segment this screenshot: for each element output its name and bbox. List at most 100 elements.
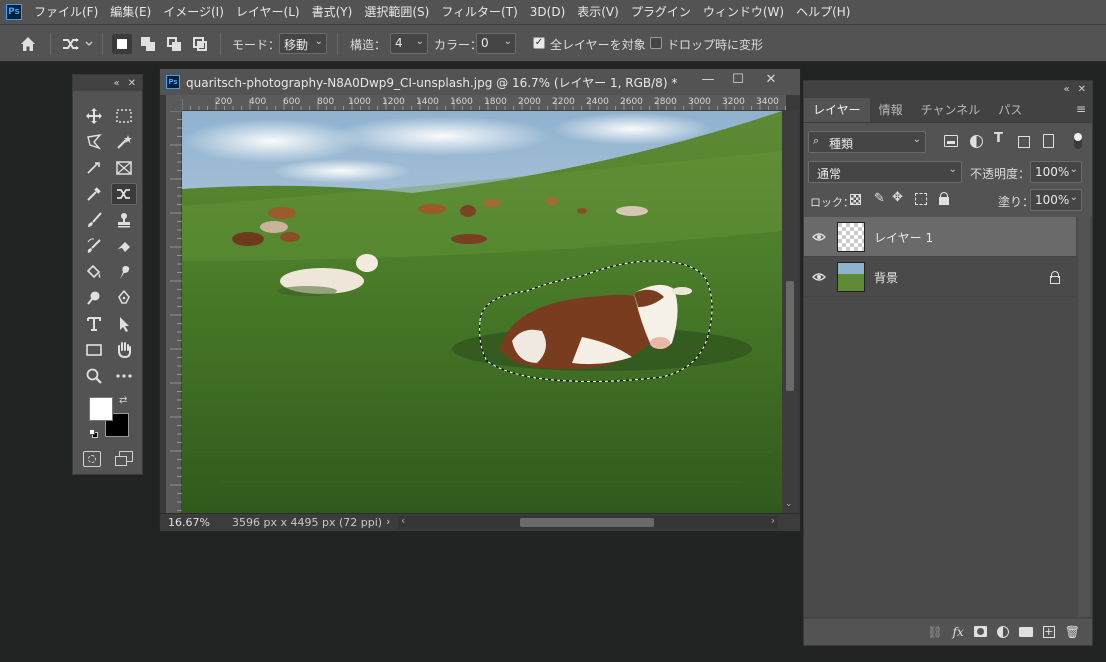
lock-transparent-icon[interactable]: [850, 194, 861, 205]
foreground-color-swatch[interactable]: [89, 397, 113, 421]
chevron-down-icon[interactable]: ⌄: [785, 499, 793, 509]
quick-mask-icon[interactable]: [83, 451, 101, 467]
filter-pixel-icon[interactable]: [944, 135, 958, 147]
history-brush-icon[interactable]: [81, 235, 107, 257]
lock-artboard-icon[interactable]: [915, 193, 927, 205]
collapse-icon[interactable]: «: [1063, 84, 1069, 95]
menu-file[interactable]: ファイル(F): [28, 0, 104, 24]
structure-select[interactable]: 4 ⌄: [390, 33, 428, 54]
lasso-tool-icon[interactable]: [81, 131, 107, 153]
collapse-icon[interactable]: «: [113, 78, 119, 89]
pen-tool-icon[interactable]: [111, 287, 137, 309]
hand-tool-icon[interactable]: [111, 339, 137, 361]
tool-preset-picker[interactable]: [60, 34, 94, 54]
menu-3d[interactable]: 3D(D): [524, 0, 571, 24]
menu-select[interactable]: 選択範囲(S): [358, 0, 435, 24]
magic-wand-icon[interactable]: [111, 131, 137, 153]
menu-plugins[interactable]: プラグイン: [625, 0, 697, 24]
subtract-selection-icon[interactable]: [164, 34, 184, 54]
menu-layer[interactable]: レイヤー(L): [230, 0, 306, 24]
swap-colors-icon[interactable]: ⇄: [119, 395, 127, 406]
new-layer-icon[interactable]: +: [1042, 625, 1055, 638]
filter-shape-icon[interactable]: [1018, 136, 1030, 148]
panel-header[interactable]: «✕: [804, 81, 1092, 97]
link-layers-icon[interactable]: ⛓: [927, 625, 942, 639]
eye-visibility-icon[interactable]: [812, 270, 826, 287]
layer-name[interactable]: レイヤー 1: [874, 229, 933, 246]
zoom-tool-icon[interactable]: [81, 365, 107, 387]
adjustment-layer-icon[interactable]: [996, 625, 1009, 638]
filter-toggle[interactable]: [1074, 133, 1082, 149]
menu-window[interactable]: ウィンドウ(W): [697, 0, 790, 24]
filter-type-icon[interactable]: T: [994, 131, 1003, 146]
dodge-tool-icon[interactable]: [81, 287, 107, 309]
status-menu-icon[interactable]: ›: [386, 515, 390, 528]
toolbox-header[interactable]: «✕: [73, 75, 142, 91]
blend-mode-select[interactable]: 通常 ⌄: [808, 161, 962, 183]
menu-help[interactable]: ヘルプ(H): [790, 0, 856, 24]
home-icon[interactable]: [18, 34, 38, 54]
image-canvas[interactable]: [182, 111, 782, 513]
smudge-tool-icon[interactable]: [111, 261, 137, 283]
trash-icon[interactable]: 🗑: [1065, 625, 1080, 639]
ruler-origin[interactable]: [166, 95, 182, 111]
add-mask-icon[interactable]: [973, 626, 987, 637]
layer-filter-select[interactable]: ⌕ 種類 ⌄: [808, 131, 926, 153]
marquee-tool-icon[interactable]: [111, 105, 137, 127]
path-selection-icon[interactable]: [111, 313, 137, 335]
mode-select[interactable]: 移動 ⌄: [279, 33, 327, 54]
tab-layers[interactable]: レイヤー: [804, 98, 870, 122]
close-icon[interactable]: ✕: [1078, 84, 1086, 95]
eyedropper-icon[interactable]: [81, 183, 107, 205]
content-aware-move-icon[interactable]: [111, 183, 137, 205]
tab-info[interactable]: 情報: [870, 98, 912, 122]
minimize-button[interactable]: —: [693, 69, 723, 91]
tab-channels[interactable]: チャンネル: [912, 98, 990, 122]
eraser-icon[interactable]: [111, 235, 137, 257]
layer-row-layer-1[interactable]: レイヤー 1: [804, 217, 1076, 257]
group-folder-icon[interactable]: [1018, 626, 1033, 637]
fx-icon[interactable]: fx: [953, 625, 964, 639]
intersect-selection-icon[interactable]: [190, 34, 210, 54]
layer-row-background[interactable]: 背景: [804, 257, 1076, 297]
layers-scrollbar[interactable]: [1078, 217, 1090, 617]
move-tool-icon[interactable]: [81, 105, 107, 127]
panel-menu-icon[interactable]: ≡: [1076, 102, 1086, 116]
lock-all-icon[interactable]: [939, 192, 949, 205]
color-select[interactable]: 0 ⌄: [476, 33, 516, 54]
horizontal-scrollbar[interactable]: ‹ ›: [398, 514, 778, 529]
filter-smart-object-icon[interactable]: [1043, 134, 1054, 148]
close-icon[interactable]: ✕: [128, 78, 136, 89]
lock-pixels-brush-icon[interactable]: ✎: [874, 191, 885, 206]
chevron-right-icon[interactable]: ›: [771, 514, 775, 527]
fill-input[interactable]: 100% ⌄: [1030, 189, 1082, 211]
document-tab[interactable]: Ps quaritsch-photography-N8A0Dwp9_CI-uns…: [160, 69, 800, 95]
lock-position-icon[interactable]: ✥: [892, 190, 903, 205]
rectangle-tool-icon[interactable]: [81, 339, 107, 361]
add-selection-icon[interactable]: [138, 34, 158, 54]
menu-edit[interactable]: 編集(E): [104, 0, 157, 24]
tab-paths[interactable]: パス: [989, 98, 1031, 122]
filter-adjustment-icon[interactable]: [970, 135, 983, 148]
eye-visibility-icon[interactable]: [812, 230, 826, 247]
frame-tool-icon[interactable]: [111, 157, 137, 179]
close-button[interactable]: ✕: [756, 69, 786, 91]
vertical-ruler[interactable]: [166, 110, 182, 513]
type-tool-icon[interactable]: [81, 313, 107, 335]
crop-tool-icon[interactable]: [81, 157, 107, 179]
menu-type[interactable]: 書式(Y): [306, 0, 359, 24]
sample-all-layers-checkbox[interactable]: ✓: [533, 37, 545, 49]
zoom-level[interactable]: 16.67%: [168, 516, 210, 529]
stamp-tool-icon[interactable]: [111, 209, 137, 231]
menu-image[interactable]: イメージ(I): [157, 0, 230, 24]
transform-on-drop-checkbox[interactable]: [650, 37, 662, 49]
chevron-left-icon[interactable]: ‹: [401, 514, 405, 527]
new-selection-button[interactable]: [112, 34, 132, 54]
scroll-thumb[interactable]: [786, 281, 794, 391]
brush-tool-icon[interactable]: [81, 209, 107, 231]
layer-name[interactable]: 背景: [874, 269, 898, 286]
opacity-input[interactable]: 100% ⌄: [1030, 161, 1082, 183]
menu-view[interactable]: 表示(V): [571, 0, 625, 24]
more-tools-icon[interactable]: [111, 365, 137, 387]
horizontal-ruler[interactable]: 200 400 600 800 1000 1200 1400 1600 1800…: [182, 95, 786, 111]
